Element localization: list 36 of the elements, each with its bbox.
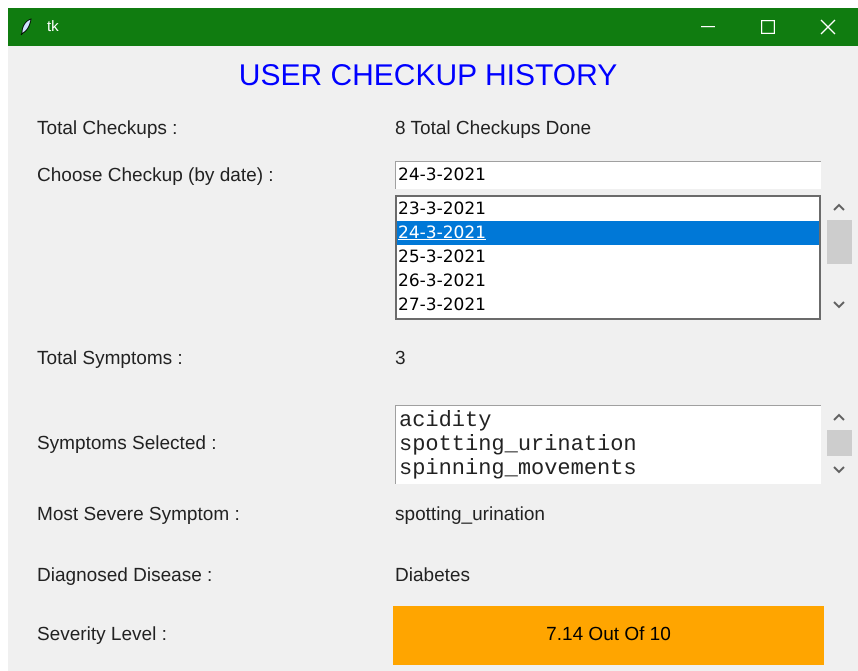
date-list-item[interactable]: 26-3-2021: [397, 269, 819, 293]
maximize-icon: [761, 20, 775, 34]
scroll-down-icon[interactable]: [833, 466, 845, 474]
field-value: 3: [395, 346, 406, 371]
field-label: Diagnosed Disease :: [37, 564, 214, 588]
scroll-up-icon[interactable]: [833, 203, 845, 211]
feather-icon: [20, 18, 32, 36]
window-title: tk: [47, 16, 59, 37]
severity-bar: 7.14 Out Of 10: [393, 606, 824, 665]
date-list-item[interactable]: 23-3-2021: [397, 197, 819, 221]
scrollbar-thumb[interactable]: [827, 220, 852, 264]
field-label: Total Checkups :: [37, 116, 178, 141]
close-icon: [820, 19, 836, 35]
field-label: Severity Level :: [37, 623, 168, 648]
entry-value: 24-3-2021: [398, 164, 486, 187]
field-label: Choose Checkup (by date) :: [37, 164, 274, 188]
field-value: spotting_urination: [395, 502, 545, 527]
symptom-list-item[interactable]: spinning_movements: [399, 456, 821, 480]
field-label: Most Severe Symptom :: [37, 502, 241, 527]
scrollbar-thumb[interactable]: [827, 430, 852, 456]
date-entry-field[interactable]: 24-3-2021: [395, 161, 821, 189]
symptom-list-item[interactable]: acidity: [399, 408, 821, 432]
scroll-up-icon[interactable]: [833, 412, 845, 420]
date-list-item[interactable]: 25-3-2021: [397, 245, 819, 269]
minimize-icon: [701, 26, 715, 28]
date-list-item[interactable]: 27-3-2021: [397, 293, 819, 317]
field-value: Diabetes: [395, 564, 470, 588]
scroll-down-icon[interactable]: [833, 301, 845, 309]
page-heading: USER CHECKUP HISTORY: [238, 58, 618, 94]
field-label: Symptoms Selected :: [37, 432, 218, 456]
date-listbox[interactable]: 23-3-2021 24-3-2021 25-3-2021 26-3-2021 27-3-2021: [395, 195, 821, 320]
field-value: 8 Total Checkups Done: [395, 116, 592, 141]
field-label: Total Symptoms :: [37, 346, 184, 371]
date-list-item[interactable]: 24-3-2021: [397, 221, 819, 245]
symptoms-listbox[interactable]: acidity spotting_urination spinning_movements: [395, 404, 821, 484]
symptom-list-item[interactable]: spotting_urination: [399, 432, 821, 456]
